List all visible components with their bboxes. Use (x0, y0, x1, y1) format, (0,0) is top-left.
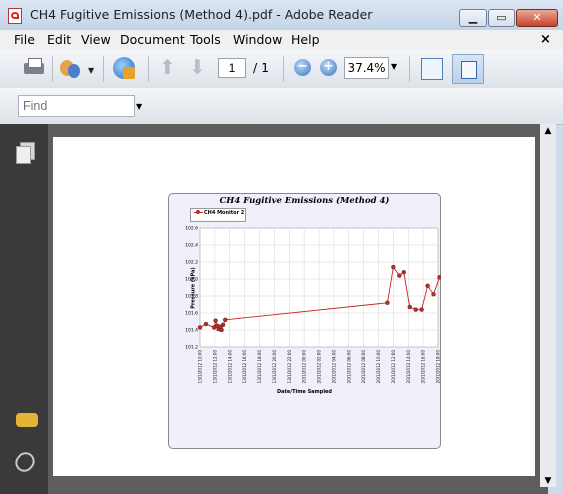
close-document-icon[interactable]: × (540, 32, 551, 47)
page-number-input[interactable] (218, 58, 246, 78)
vertical-scrollbar[interactable] (540, 124, 556, 487)
menu-window[interactable]: Window (233, 32, 282, 47)
x-tick-label: 13/1/2012 16:00 (242, 350, 247, 384)
x-tick-label: 20/1/2012 12:00 (391, 350, 396, 384)
secure-icon[interactable] (110, 54, 138, 82)
find-input[interactable] (18, 95, 135, 117)
x-tick-label: 20/1/2012 16:00 (421, 350, 426, 384)
legend-label: CH4 Monitor 2 (204, 210, 245, 216)
x-tick-label: 20/1/2012 10:00 (376, 350, 381, 384)
x-tick-label: 20/1/2012 18:00 (436, 350, 441, 384)
data-point (203, 321, 209, 327)
data-point (431, 292, 436, 297)
chevron-down-icon[interactable]: ▼ (136, 102, 142, 111)
toolbar-separator (148, 56, 149, 82)
fit-width-icon[interactable] (421, 58, 443, 80)
y-tick-label: 101.2 (185, 345, 198, 351)
x-tick-label: 13/1/2012 22:00 (287, 350, 292, 384)
page-total: / 1 (253, 60, 270, 75)
menu-tools[interactable]: Tools (190, 32, 221, 47)
chevron-down-icon[interactable]: ▼ (88, 66, 94, 75)
menu-help[interactable]: Help (291, 32, 320, 47)
data-point (223, 317, 228, 323)
y-tick-label: 101.4 (185, 328, 198, 334)
menu-view[interactable]: View (81, 32, 111, 47)
legend-marker (196, 210, 200, 214)
toolbar-separator (409, 56, 410, 82)
zoom-input[interactable]: 37.4% (344, 57, 389, 79)
maximize-button[interactable]: ▭ (488, 9, 515, 27)
navigation-pane (0, 124, 48, 494)
adobe-reader-icon (8, 8, 22, 24)
comments-icon[interactable] (16, 413, 38, 427)
x-tick-label: 20/1/2012 04:00 (331, 350, 336, 384)
data-point (425, 283, 430, 289)
x-tick-label: 13/1/2012 18:00 (257, 350, 262, 384)
x-tick-label: 13/1/2012 10:00 (198, 350, 203, 384)
x-tick-label: 20/1/2012 02:00 (317, 350, 322, 384)
x-axis-label: Date/Time Sampled (276, 389, 333, 395)
window-title: CH4 Fugitive Emissions (Method 4).pdf - … (30, 7, 373, 22)
data-point (197, 325, 203, 330)
data-point (219, 327, 224, 333)
x-tick-label: 13/1/2012 14:00 (227, 350, 232, 384)
print-icon[interactable] (20, 54, 48, 82)
data-point (385, 300, 390, 306)
menu-edit[interactable]: Edit (47, 32, 71, 47)
x-tick-label: 13/1/2012 20:00 (272, 350, 277, 384)
data-point (213, 318, 218, 323)
data-point (220, 322, 226, 328)
x-tick-label: 20/1/2012 14:00 (406, 350, 411, 384)
toolbar-separator (283, 56, 284, 82)
data-point (391, 264, 396, 270)
x-tick-label: 13/1/2012 12:00 (212, 350, 217, 384)
toolbar-separator (103, 56, 104, 82)
zoom-in-icon[interactable]: + (320, 59, 337, 76)
y-tick-label: 102.6 (185, 226, 198, 232)
y-tick-label: 102.2 (185, 260, 198, 266)
data-point (413, 307, 418, 312)
zoom-out-icon[interactable]: − (294, 59, 311, 76)
chart-plot: 102.6102.4102.2102.0101.8101.6101.4101.2… (185, 226, 441, 384)
y-tick-label: 102.4 (185, 243, 198, 249)
data-point (397, 273, 402, 278)
scroll-up-icon[interactable]: ▲ (540, 126, 556, 140)
y-tick-label: 101.6 (185, 311, 198, 317)
previous-page-icon[interactable]: ⬆ (159, 55, 176, 79)
data-point (437, 275, 441, 280)
menu-document[interactable]: Document (120, 32, 185, 47)
fit-page-button[interactable] (452, 54, 484, 84)
x-tick-label: 20/1/2012 06:00 (346, 350, 351, 384)
x-tick-label: 20/1/2012 00:00 (302, 350, 307, 384)
x-tick-label: 20/1/2012 08:00 (361, 350, 366, 384)
data-point (401, 269, 406, 275)
toolbar-separator (52, 56, 53, 82)
y-axis-label: Pressure (kPa) (190, 267, 197, 309)
collaborate-icon[interactable] (58, 54, 86, 82)
minimize-button[interactable]: ▁ (459, 9, 487, 27)
close-button[interactable]: ✕ (516, 9, 558, 27)
scroll-down-icon[interactable]: ▼ (540, 476, 556, 490)
data-point (407, 304, 412, 310)
data-point (419, 307, 424, 312)
next-page-icon[interactable]: ⬇ (189, 55, 206, 79)
chevron-down-icon[interactable]: ▼ (391, 62, 397, 71)
menu-file[interactable]: File (14, 32, 35, 47)
